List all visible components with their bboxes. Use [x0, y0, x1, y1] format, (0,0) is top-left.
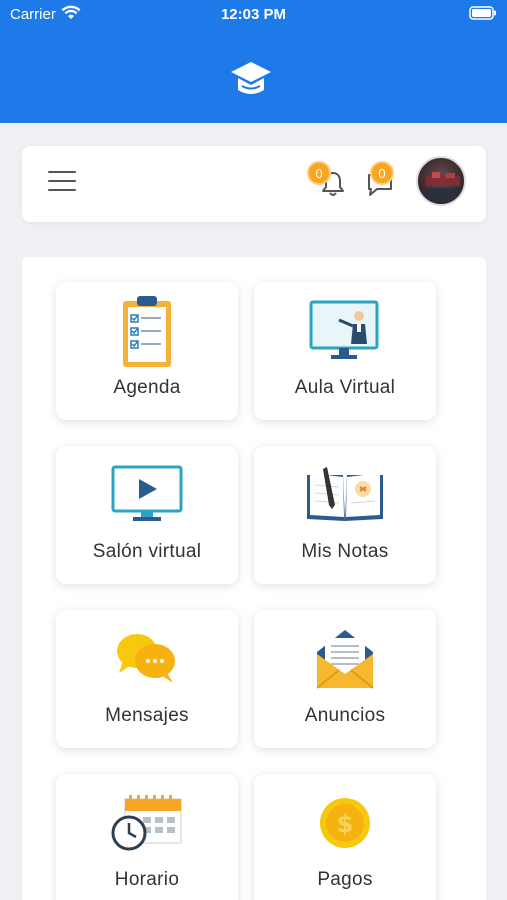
tile-label: Aula Virtual: [294, 377, 396, 398]
tile-label: Agenda: [113, 377, 181, 398]
menu-panel: Agenda Aula Virtual Salón virtual Mis No…: [22, 257, 486, 900]
tile-mis-notas[interactable]: Mis Notas: [254, 446, 436, 584]
status-bar: Carrier 12:03 PM: [0, 0, 507, 30]
graduation-cap-logo-icon: [229, 60, 273, 105]
messages-badge: 0: [370, 161, 394, 185]
tile-label: Horario: [114, 869, 180, 890]
calendar-clock-icon: [56, 784, 238, 862]
tile-label: Salón virtual: [92, 541, 202, 562]
user-avatar[interactable]: [416, 156, 466, 206]
tile-label: Anuncios: [304, 705, 386, 726]
notebook-pen-icon: [254, 456, 436, 534]
battery-icon: [469, 6, 497, 24]
tile-aula-virtual[interactable]: Aula Virtual: [254, 282, 436, 420]
tile-salon-virtual[interactable]: Salón virtual: [56, 446, 238, 584]
tile-mensajes[interactable]: Mensajes: [56, 610, 238, 748]
header-card: [22, 146, 486, 222]
tile-anuncios[interactable]: Anuncios: [254, 610, 436, 748]
tile-label: Pagos: [317, 869, 373, 890]
tile-agenda[interactable]: Agenda: [56, 282, 238, 420]
video-monitor-icon: [56, 456, 238, 534]
dollar-coin-icon: $: [254, 784, 436, 862]
chat-bubbles-icon: [56, 620, 238, 698]
top-app-bar: Carrier 12:03 PM: [0, 0, 507, 123]
envelope-letter-icon: [254, 620, 436, 698]
svg-text:$: $: [337, 810, 354, 838]
clock: 12:03 PM: [220, 6, 287, 23]
notifications-badge: 0: [307, 161, 331, 185]
clipboard-checklist-icon: [56, 292, 238, 370]
tile-label: Mensajes: [105, 705, 189, 726]
tile-label: Mis Notas: [301, 541, 389, 562]
teacher-screen-icon: [254, 292, 436, 370]
hamburger-menu-icon[interactable]: [48, 171, 76, 195]
tile-horario[interactable]: Horario: [56, 774, 238, 900]
tile-pagos[interactable]: $ Pagos: [254, 774, 436, 900]
